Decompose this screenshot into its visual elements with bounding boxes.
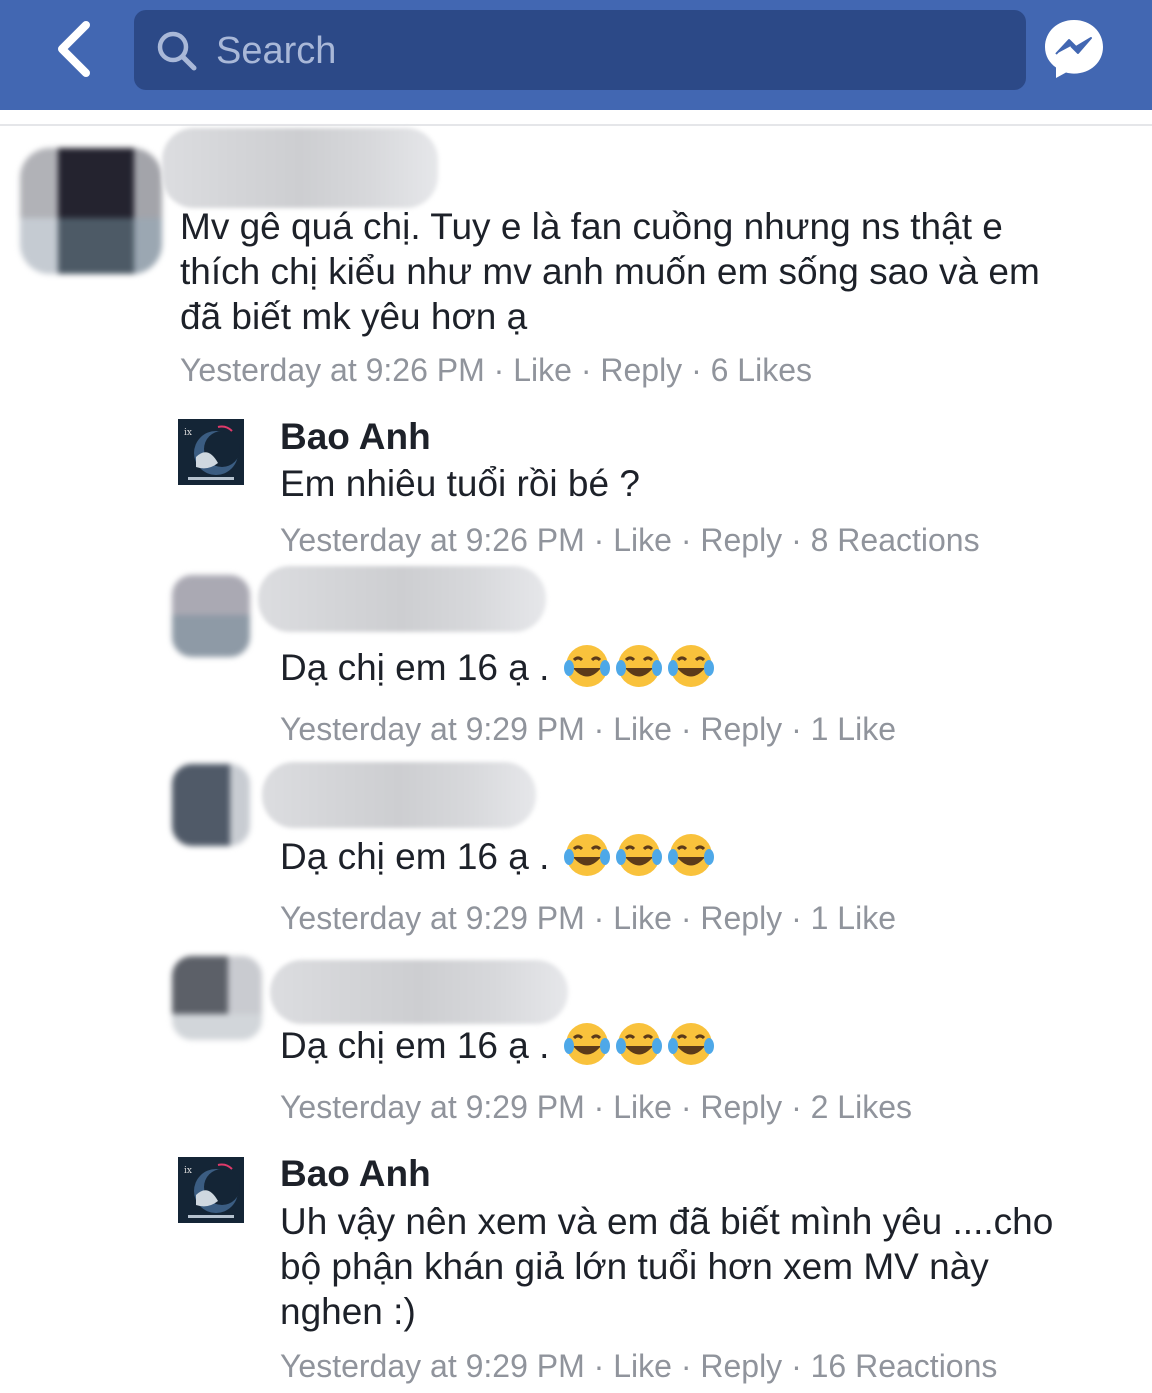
comment-text: Dạ chị em 16 ạ . <box>280 645 716 695</box>
reaction-count[interactable]: 16 Reactions <box>811 1348 998 1384</box>
back-button[interactable] <box>44 16 104 82</box>
comment-timestamp[interactable]: Yesterday at 9:29 PM <box>280 1089 585 1125</box>
comment-timestamp[interactable]: Yesterday at 9:29 PM <box>280 1348 585 1384</box>
header-divider <box>0 124 1152 126</box>
messenger-icon[interactable] <box>1042 16 1106 80</box>
commenter-name[interactable] <box>258 566 546 632</box>
tears-of-joy-emoji <box>615 645 662 688</box>
reply-button[interactable]: Reply <box>700 522 782 558</box>
page-avatar-image: ix <box>178 1157 244 1223</box>
comment-text-line: Em nhiêu tuổi rồi bé ? <box>280 463 640 504</box>
svg-text:ix: ix <box>184 428 192 438</box>
reaction-count[interactable]: 1 Like <box>811 711 896 747</box>
comment-text-line: nghen :) <box>280 1291 416 1332</box>
avatar[interactable] <box>172 764 250 846</box>
comment-meta: Yesterday at 9:26 PM · Like · Reply · 6 … <box>180 352 812 388</box>
comment-meta: Yesterday at 9:29 PM · Like · Reply · 1 … <box>280 711 896 747</box>
chevron-left-icon <box>58 21 90 77</box>
svg-text:ix: ix <box>184 1166 192 1176</box>
page-avatar[interactable]: ix <box>178 419 244 485</box>
search-bar[interactable] <box>134 10 1026 90</box>
avatar[interactable] <box>20 148 162 274</box>
comment-text-line: Mv gê quá chị. Tuy e là fan cuồng nhưng … <box>180 206 1003 247</box>
commenter-name[interactable] <box>162 128 438 208</box>
comment-meta: Yesterday at 9:26 PM · Like · Reply · 8 … <box>280 522 980 558</box>
search-icon <box>157 31 197 71</box>
like-button[interactable]: Like <box>613 522 672 558</box>
commenter-name[interactable] <box>262 762 536 828</box>
comment-timestamp[interactable]: Yesterday at 9:29 PM <box>280 900 585 936</box>
comment-text-line: đã biết mk yêu hơn ạ <box>180 296 528 337</box>
comment-meta: Yesterday at 9:29 PM · Like · Reply · 1 … <box>280 900 896 936</box>
tears-of-joy-emoji <box>667 834 714 877</box>
reaction-count[interactable]: 1 Like <box>811 900 896 936</box>
comment-text-body: Dạ chị em 16 ạ . <box>280 836 550 877</box>
tears-of-joy-emoji <box>563 645 610 688</box>
comment-text-body: Dạ chị em 16 ạ . <box>280 647 550 688</box>
reaction-count[interactable]: 2 Likes <box>811 1089 912 1125</box>
tears-of-joy-emoji <box>615 834 662 877</box>
like-button[interactable]: Like <box>613 711 672 747</box>
comment-text: Dạ chị em 16 ạ . <box>280 1023 716 1073</box>
like-button[interactable]: Like <box>613 900 672 936</box>
like-button[interactable]: Like <box>613 1089 672 1125</box>
tears-of-joy-emoji-group <box>560 834 716 877</box>
like-button[interactable]: Like <box>613 1348 672 1384</box>
avatar[interactable] <box>172 575 250 657</box>
reply-button[interactable]: Reply <box>600 352 682 388</box>
tears-of-joy-emoji <box>615 1023 662 1066</box>
reply-button[interactable]: Reply <box>700 1348 782 1384</box>
reply-button[interactable]: Reply <box>700 711 782 747</box>
tears-of-joy-emoji <box>563 834 610 877</box>
commenter-name[interactable] <box>270 960 568 1024</box>
comment-text-line: thích chị kiểu như mv anh muốn em sống s… <box>180 251 1040 292</box>
tears-of-joy-emoji-group <box>560 1023 716 1066</box>
tears-of-joy-emoji <box>667 645 714 688</box>
comment-text-line: Uh vậy nên xem và em đã biết mình yêu ..… <box>280 1201 1054 1242</box>
search-input[interactable] <box>214 24 998 78</box>
reply-button[interactable]: Reply <box>700 900 782 936</box>
tears-of-joy-emoji <box>667 1023 714 1066</box>
tears-of-joy-emoji <box>563 1023 610 1066</box>
page-avatar[interactable]: ix <box>178 1157 244 1223</box>
commenter-name[interactable]: Bao Anh <box>280 415 431 459</box>
reply-button[interactable]: Reply <box>700 1089 782 1125</box>
top-navigation-bar <box>0 0 1152 110</box>
page-avatar-image: ix <box>178 419 244 485</box>
comment-meta: Yesterday at 9:29 PM · Like · Reply · 2 … <box>280 1089 912 1125</box>
comment-timestamp[interactable]: Yesterday at 9:26 PM <box>180 352 485 388</box>
comment-meta: Yesterday at 9:29 PM · Like · Reply · 16… <box>280 1348 998 1384</box>
comment-timestamp[interactable]: Yesterday at 9:29 PM <box>280 711 585 747</box>
reaction-count[interactable]: 6 Likes <box>711 352 812 388</box>
like-button[interactable]: Like <box>513 352 572 388</box>
tears-of-joy-emoji-group <box>560 645 716 688</box>
comment-text: Dạ chị em 16 ạ . <box>280 834 716 884</box>
comment-timestamp[interactable]: Yesterday at 9:26 PM <box>280 522 585 558</box>
reaction-count[interactable]: 8 Reactions <box>811 522 980 558</box>
commenter-name[interactable]: Bao Anh <box>280 1152 431 1196</box>
avatar[interactable] <box>172 956 262 1040</box>
comment-text-body: Dạ chị em 16 ạ . <box>280 1025 550 1066</box>
comment-text-line: bộ phận khán giả lớn tuổi hơn xem MV này <box>280 1246 989 1287</box>
